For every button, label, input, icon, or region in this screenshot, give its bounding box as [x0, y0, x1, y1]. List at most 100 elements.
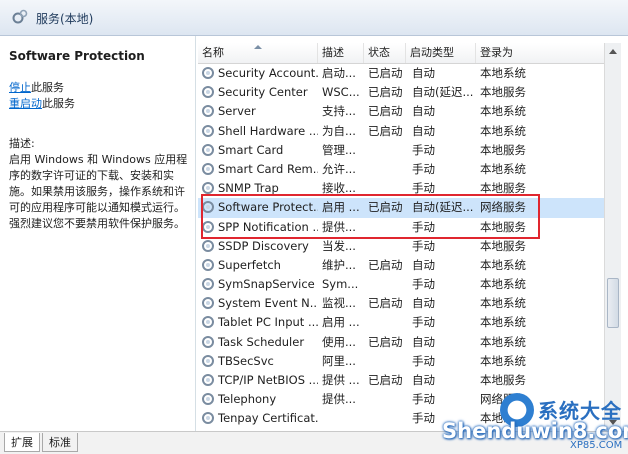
scroll-up-icon[interactable]	[609, 49, 617, 54]
service-name: Telephony	[202, 390, 318, 409]
column-status[interactable]: 状态	[364, 43, 406, 63]
service-startup-type: 自动	[412, 373, 435, 387]
stop-service-link[interactable]: 停止	[9, 81, 31, 94]
service-name: System Event N...	[202, 294, 318, 313]
service-logon-as: 本地服务	[480, 142, 526, 157]
service-description: 当发...	[322, 238, 356, 253]
service-name: Smart Card Rem...	[202, 160, 318, 179]
service-name: Security Account...	[202, 64, 318, 83]
service-logon-as: 本地服务	[480, 238, 526, 253]
service-startup-type: 手动	[412, 353, 435, 368]
selected-service-name: Software Protection	[9, 49, 145, 63]
service-name: Tablet PC Input ...	[202, 313, 318, 332]
table-row[interactable]: TBSecSvc 阿里... 手动 本地系统	[198, 352, 604, 371]
tab-extended[interactable]: 扩展	[4, 433, 40, 452]
gear-icon	[202, 316, 214, 329]
table-row[interactable]: TCP/IP NetBIOS ... 提供 ... 已启动 自动 本地服务	[198, 371, 604, 390]
gear-icon	[202, 105, 214, 118]
gear-icon	[202, 393, 214, 406]
service-name-text: SSDP Discovery	[218, 238, 309, 253]
service-description: Sym...	[322, 277, 359, 292]
scrollbar-thumb[interactable]	[607, 278, 619, 328]
service-startup-type: 手动	[412, 142, 435, 157]
service-startup-type: 自动	[412, 123, 435, 138]
service-logon-as: 本地系统	[480, 66, 526, 80]
table-row[interactable]: Superfetch 维护... 已启动 自动 本地系统	[198, 256, 604, 275]
table-row[interactable]: Security Center WSC... 已启动 自动(延迟... 本地服务	[198, 83, 604, 102]
service-logon-as: 本地系统	[480, 161, 526, 176]
service-name: TBSecSvc	[202, 352, 318, 371]
column-startup-type[interactable]: 启动类型	[406, 43, 476, 63]
service-name-text: Smart Card	[218, 142, 284, 157]
table-row[interactable]: Security Account... 启动... 已启动 自动 本地系统	[198, 64, 604, 83]
services-list: Security Account... 启动... 已启动 自动 本地系统 Securit…	[198, 64, 604, 431]
gear-icon	[202, 374, 214, 386]
service-logon-as: 本地系统	[480, 104, 526, 119]
gear-icon	[202, 67, 214, 79]
service-description: 使用...	[322, 334, 356, 349]
service-startup-type: 自动	[412, 104, 435, 119]
restart-service-link[interactable]: 重启动	[9, 97, 42, 110]
service-name: Shell Hardware ...	[202, 122, 318, 141]
table-row[interactable]: Smart Card 管理... 手动 本地服务	[198, 141, 604, 160]
service-name: Smart Card	[202, 141, 318, 160]
tab-standard[interactable]: 标准	[42, 433, 78, 452]
service-name-text: TBSecSvc	[218, 353, 274, 368]
stop-service-action: 停止此服务	[9, 80, 186, 96]
service-name-text: Task Scheduler	[218, 334, 305, 349]
gear-icon	[202, 412, 214, 425]
table-row[interactable]: SymSnapService Sym... 手动 本地系统	[198, 275, 604, 294]
service-description: 提供 ...	[322, 373, 360, 387]
sort-ascending-icon	[254, 45, 262, 49]
service-logon-as: 本地系统	[480, 334, 526, 349]
service-logon-as: 本地服务	[480, 85, 526, 100]
table-row[interactable]: Shell Hardware ... 为自... 已启动 自动 本地系统	[198, 122, 604, 141]
service-logon-as: 本地系统	[480, 353, 526, 368]
service-status: 已启动	[368, 296, 403, 311]
description-label: 描述:	[9, 137, 35, 150]
service-status: 已启动	[368, 334, 403, 349]
service-name-text: System Event N...	[218, 296, 318, 311]
column-description[interactable]: 描述	[318, 43, 364, 63]
table-row[interactable]: Smart Card Rem... 允许... 手动 本地系统	[198, 160, 604, 179]
services-icon	[12, 9, 28, 24]
service-logon-as: 本地服务	[480, 373, 526, 387]
vertical-scrollbar[interactable]	[604, 43, 621, 431]
column-logon-as[interactable]: 登录为	[476, 43, 604, 63]
table-row[interactable]: SSDP Discovery 当发... 手动 本地服务	[198, 237, 604, 256]
gear-icon	[202, 143, 214, 156]
gear-icon	[202, 354, 214, 367]
service-logon-as: 本地系统	[480, 123, 526, 138]
service-description: 启动...	[322, 66, 356, 80]
service-name: Superfetch	[202, 256, 318, 275]
service-logon-as: 本地系统	[480, 315, 526, 330]
table-row[interactable]: Server 支持... 已启动 自动 本地系统	[198, 102, 604, 121]
service-name: Task Scheduler	[202, 333, 318, 352]
service-name-text: Telephony	[218, 392, 277, 407]
service-name: Tenpay Certificat...	[202, 409, 318, 428]
table-row[interactable]: System Event N... 监视... 已启动 自动 本地系统	[198, 294, 604, 313]
service-startup-type: 手动	[412, 315, 435, 330]
service-description: 监视...	[322, 296, 356, 311]
gear-icon	[202, 335, 214, 348]
service-description: 阿里...	[322, 353, 356, 368]
service-logon-as: 本地系统	[480, 296, 526, 311]
service-status: 已启动	[368, 104, 403, 119]
restart-service-text: 此服务	[42, 97, 75, 110]
description-pane: Software Protection 停止此服务 重启动此服务 描述: 启用 …	[0, 36, 196, 431]
gear-icon	[202, 297, 214, 310]
service-name-text: Smart Card Rem...	[218, 161, 318, 176]
window-title: 服务(本地)	[36, 12, 94, 26]
service-description: 允许...	[322, 161, 356, 176]
watermark-sub: XP85.COM	[570, 440, 623, 451]
service-name-text: Security Account...	[218, 66, 318, 80]
stop-service-text: 此服务	[31, 81, 64, 94]
service-description: 启用 ...	[322, 315, 360, 330]
gear-icon	[202, 124, 214, 137]
service-startup-type: 手动	[412, 238, 435, 253]
table-row[interactable]: Tablet PC Input ... 启用 ... 手动 本地系统	[198, 313, 604, 332]
table-row[interactable]: Task Scheduler 使用... 已启动 自动 本地系统	[198, 333, 604, 352]
watermark: 系统大全 Shenduwin8.com XP85.COM	[442, 393, 628, 454]
service-name: SymSnapService	[202, 275, 318, 294]
service-description: WSC...	[322, 85, 360, 100]
